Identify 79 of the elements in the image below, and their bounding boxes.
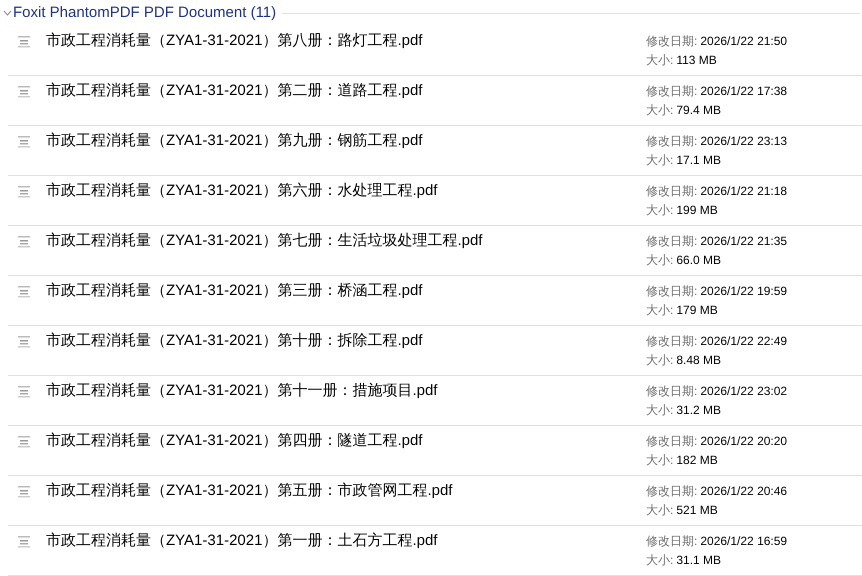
file-size: 79.4 MB <box>676 102 722 119</box>
file-size: 66.0 MB <box>676 252 722 269</box>
document-icon <box>16 336 32 348</box>
modified-date: 2026/1/22 16:59 <box>700 533 788 550</box>
modified-date: 2026/1/22 21:18 <box>700 183 788 200</box>
document-icon <box>16 186 32 198</box>
file-name: 市政工程消耗量（ZYA1-31-2021）第一册：土石方工程.pdf <box>46 531 438 551</box>
size-label: 大小: <box>646 452 674 469</box>
modified-date: 2026/1/22 23:13 <box>700 133 788 150</box>
file-item[interactable]: 市政工程消耗量（ZYA1-31-2021）第三册：桥涵工程.pdf 修改日期: 2026/1/22 19:59 大小: 179 MB <box>8 276 862 326</box>
document-icon <box>16 436 32 448</box>
modified-label: 修改日期: <box>646 83 698 100</box>
size-label: 大小: <box>646 52 674 69</box>
modified-date: 2026/1/22 21:50 <box>700 33 788 50</box>
document-icon <box>16 536 32 548</box>
document-icon <box>16 286 32 298</box>
file-name: 市政工程消耗量（ZYA1-31-2021）第十一册：措施项目.pdf <box>46 381 438 401</box>
modified-date: 2026/1/22 20:46 <box>700 483 788 500</box>
modified-date: 2026/1/22 21:35 <box>700 233 788 250</box>
size-label: 大小: <box>646 302 674 319</box>
document-icon <box>16 386 32 398</box>
modified-label: 修改日期: <box>646 283 698 300</box>
file-name: 市政工程消耗量（ZYA1-31-2021）第三册：桥涵工程.pdf <box>46 281 422 301</box>
file-size: 17.1 MB <box>676 152 722 169</box>
file-size: 179 MB <box>676 302 718 319</box>
size-label: 大小: <box>646 552 674 569</box>
modified-date: 2026/1/22 19:59 <box>700 283 788 300</box>
file-item[interactable]: 市政工程消耗量（ZYA1-31-2021）第八册：路灯工程.pdf 修改日期: 2026/1/22 21:50 大小: 113 MB <box>8 26 862 76</box>
modified-label: 修改日期: <box>646 183 698 200</box>
file-item[interactable]: 市政工程消耗量（ZYA1-31-2021）第六册：水处理工程.pdf 修改日期: 2026/1/22 21:18 大小: 199 MB <box>8 176 862 226</box>
size-label: 大小: <box>646 502 674 519</box>
modified-label: 修改日期: <box>646 33 698 50</box>
size-label: 大小: <box>646 152 674 169</box>
file-item[interactable]: 市政工程消耗量（ZYA1-31-2021）第十册：拆除工程.pdf 修改日期: 2026/1/22 22:49 大小: 8.48 MB <box>8 326 862 376</box>
document-icon <box>16 486 32 498</box>
file-size: 31.1 MB <box>676 552 722 569</box>
file-size: 521 MB <box>676 502 718 519</box>
file-size: 31.2 MB <box>676 402 722 419</box>
modified-label: 修改日期: <box>646 133 698 150</box>
collapse-chevron-icon[interactable] <box>2 8 12 18</box>
file-item[interactable]: 市政工程消耗量（ZYA1-31-2021）第四册：隧道工程.pdf 修改日期: 2026/1/22 20:20 大小: 182 MB <box>8 426 862 476</box>
size-label: 大小: <box>646 102 674 119</box>
modified-date: 2026/1/22 17:38 <box>700 83 788 100</box>
size-label: 大小: <box>646 352 674 369</box>
file-size: 182 MB <box>676 452 718 469</box>
file-size: 199 MB <box>676 202 718 219</box>
document-icon <box>16 36 32 48</box>
file-name: 市政工程消耗量（ZYA1-31-2021）第五册：市政管网工程.pdf <box>46 481 452 501</box>
modified-label: 修改日期: <box>646 433 698 450</box>
file-size: 8.48 MB <box>676 352 722 369</box>
modified-label: 修改日期: <box>646 383 698 400</box>
size-label: 大小: <box>646 252 674 269</box>
file-item[interactable]: 市政工程消耗量（ZYA1-31-2021）第七册：生活垃圾处理工程.pdf 修改日期: 2026/1/22 21:35 大小: 66.0 MB <box>8 226 862 276</box>
file-item[interactable]: 市政工程消耗量（ZYA1-31-2021）第九册：钢筋工程.pdf 修改日期: 2026/1/22 23:13 大小: 17.1 MB <box>8 126 862 176</box>
file-name: 市政工程消耗量（ZYA1-31-2021）第九册：钢筋工程.pdf <box>46 131 422 151</box>
modified-label: 修改日期: <box>646 483 698 500</box>
modified-label: 修改日期: <box>646 533 698 550</box>
file-item[interactable]: 市政工程消耗量（ZYA1-31-2021）第十一册：措施项目.pdf 修改日期: 2026/1/22 23:02 大小: 31.2 MB <box>8 376 862 426</box>
document-icon <box>16 236 32 248</box>
file-item[interactable]: 市政工程消耗量（ZYA1-31-2021）第二册：道路工程.pdf 修改日期: 2026/1/22 17:38 大小: 79.4 MB <box>8 76 862 126</box>
document-icon <box>16 136 32 148</box>
size-label: 大小: <box>646 402 674 419</box>
modified-date: 2026/1/22 22:49 <box>700 333 788 350</box>
size-label: 大小: <box>646 202 674 219</box>
file-name: 市政工程消耗量（ZYA1-31-2021）第二册：道路工程.pdf <box>46 81 422 101</box>
modified-label: 修改日期: <box>646 233 698 250</box>
file-name: 市政工程消耗量（ZYA1-31-2021）第四册：隧道工程.pdf <box>46 431 422 451</box>
file-size: 113 MB <box>676 52 717 69</box>
document-icon <box>16 86 32 98</box>
file-name: 市政工程消耗量（ZYA1-31-2021）第八册：路灯工程.pdf <box>46 31 422 51</box>
group-title[interactable]: Foxit PhantomPDF PDF Document (11) <box>13 2 276 24</box>
modified-date: 2026/1/22 23:02 <box>700 383 788 400</box>
file-item[interactable]: 市政工程消耗量（ZYA1-31-2021）第一册：土石方工程.pdf 修改日期: 2026/1/22 16:59 大小: 31.1 MB <box>8 526 862 576</box>
file-name: 市政工程消耗量（ZYA1-31-2021）第六册：水处理工程.pdf <box>46 181 438 201</box>
file-name: 市政工程消耗量（ZYA1-31-2021）第七册：生活垃圾处理工程.pdf <box>46 231 482 251</box>
file-name: 市政工程消耗量（ZYA1-31-2021）第十册：拆除工程.pdf <box>46 331 422 351</box>
file-item[interactable]: 市政工程消耗量（ZYA1-31-2021）第五册：市政管网工程.pdf 修改日期: 2026/1/22 20:46 大小: 521 MB <box>8 476 862 526</box>
modified-label: 修改日期: <box>646 333 698 350</box>
modified-date: 2026/1/22 20:20 <box>700 433 788 450</box>
